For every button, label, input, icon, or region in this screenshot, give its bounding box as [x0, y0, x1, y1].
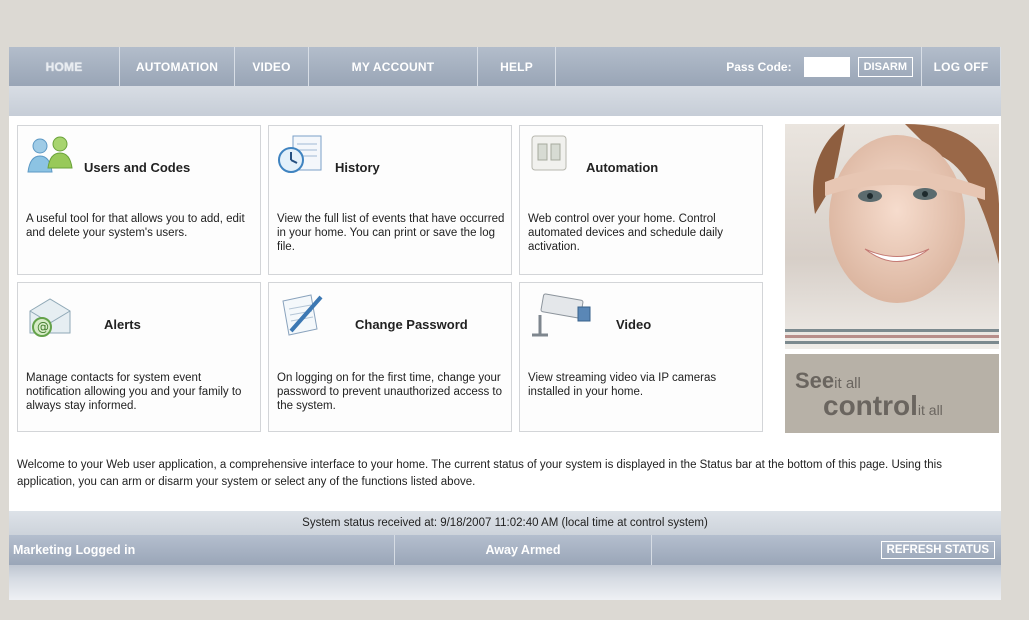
- app-frame: HOME AUTOMATION VIDEO MY ACCOUNT HELP Pa…: [9, 47, 1001, 600]
- tab-help[interactable]: HELP: [478, 47, 556, 86]
- card-description: Manage contacts for system event notific…: [26, 372, 242, 412]
- history-clock-icon: [277, 134, 325, 178]
- promo-line-2: controlit all: [823, 390, 943, 421]
- card-description: A useful tool for that allows you to add…: [26, 213, 245, 239]
- card-description: On logging on for the first time, change…: [277, 372, 503, 412]
- status-bar-reflection: [9, 565, 1001, 600]
- disarm-button[interactable]: DISARM: [857, 56, 913, 77]
- card-change-password[interactable]: Change Password On logging on for the fi…: [268, 282, 512, 432]
- refresh-status-button[interactable]: REFRESH STATUS: [880, 541, 995, 559]
- status-bar: Marketing Logged in Away Armed REFRESH S…: [9, 535, 1001, 565]
- card-description: Web control over your home. Control auto…: [528, 213, 723, 253]
- card-title: History: [335, 160, 380, 175]
- card-title: Change Password: [355, 317, 468, 332]
- email-envelope-icon: @: [26, 291, 74, 337]
- status-received-line: System status received at: 9/18/2007 11:…: [9, 511, 1001, 535]
- promo-banner: Seeit all controlit all: [785, 354, 999, 433]
- hero-photo: [785, 124, 999, 349]
- sub-bar: [9, 86, 1001, 116]
- security-camera-icon: [528, 291, 598, 337]
- tab-my-account[interactable]: MY ACCOUNT: [309, 47, 478, 86]
- pen-paper-icon: [277, 291, 325, 336]
- card-users-and-codes[interactable]: Users and Codes A useful tool for that a…: [17, 125, 261, 275]
- tab-home[interactable]: HOME: [9, 47, 120, 86]
- card-description: View streaming video via IP cameras inst…: [528, 372, 717, 398]
- card-alerts[interactable]: @ Alerts Manage contacts for system even…: [17, 282, 261, 432]
- main-nav: HOME AUTOMATION VIDEO MY ACCOUNT HELP Pa…: [9, 47, 1001, 86]
- card-history[interactable]: History View the full list of events tha…: [268, 125, 512, 275]
- welcome-text: Welcome to your Web user application, a …: [17, 459, 942, 488]
- passcode-input[interactable]: [803, 56, 850, 77]
- tab-video[interactable]: VIDEO: [235, 47, 309, 86]
- light-switch-icon: [528, 134, 576, 178]
- card-title: Users and Codes: [84, 160, 191, 175]
- logoff-button[interactable]: LOG OFF: [922, 47, 1001, 86]
- card-video[interactable]: Video View streaming video via IP camera…: [519, 282, 763, 432]
- card-title: Automation: [586, 160, 659, 175]
- passcode-area: Pass Code: DISARM: [556, 47, 922, 86]
- card-title: Video: [616, 317, 652, 332]
- passcode-label: Pass Code:: [726, 59, 792, 74]
- card-description: View the full list of events that have o…: [277, 213, 505, 253]
- tab-automation[interactable]: AUTOMATION: [120, 47, 235, 86]
- status-user: Marketing Logged in: [9, 535, 395, 565]
- card-title: Alerts: [104, 317, 141, 332]
- users-icon: [26, 134, 74, 178]
- status-actions: REFRESH STATUS: [652, 541, 1001, 559]
- status-arm-state: Away Armed: [395, 535, 652, 565]
- card-automation[interactable]: Automation Web control over your home. C…: [519, 125, 763, 275]
- svg-text:@: @: [37, 320, 49, 334]
